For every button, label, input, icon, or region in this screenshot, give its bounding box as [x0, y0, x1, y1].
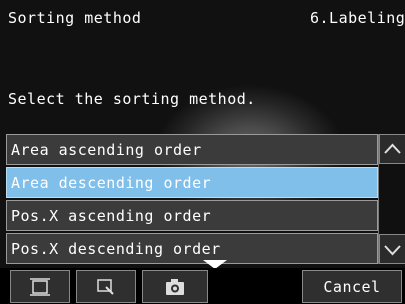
chevron-up-icon — [384, 143, 401, 154]
scroll-down-button[interactable] — [379, 234, 405, 264]
fit-window-button[interactable] — [10, 270, 70, 303]
list-item-posx-descending[interactable]: Pos.X descending order — [6, 233, 378, 264]
list-item-area-ascending[interactable]: Area ascending order — [6, 134, 378, 165]
cancel-label: Cancel — [323, 277, 381, 296]
zoom-button[interactable] — [76, 270, 136, 303]
capture-button[interactable] — [142, 270, 208, 303]
fit-window-icon — [30, 277, 50, 296]
header-bar: Sorting method 6.Labeling — [0, 0, 405, 36]
bottom-toolbar: Cancel — [0, 268, 405, 304]
sorting-method-list: Area ascending order Area descending ord… — [6, 134, 378, 264]
list-item-posx-ascending[interactable]: Pos.X ascending order — [6, 200, 378, 231]
list-scrollbar[interactable] — [378, 134, 405, 264]
page-title: Sorting method — [8, 9, 142, 27]
section-label: 6.Labeling — [310, 9, 405, 27]
list-item-area-descending[interactable]: Area descending order — [6, 167, 378, 198]
labeling-screen: Sorting method 6.Labeling Select the sor… — [0, 0, 405, 304]
scroll-up-button[interactable] — [379, 134, 405, 164]
chevron-down-icon — [384, 245, 401, 256]
zoom-icon — [97, 278, 114, 295]
cancel-button[interactable]: Cancel — [302, 270, 402, 303]
instruction-text: Select the sorting method. — [8, 90, 256, 108]
camera-icon — [166, 278, 184, 295]
